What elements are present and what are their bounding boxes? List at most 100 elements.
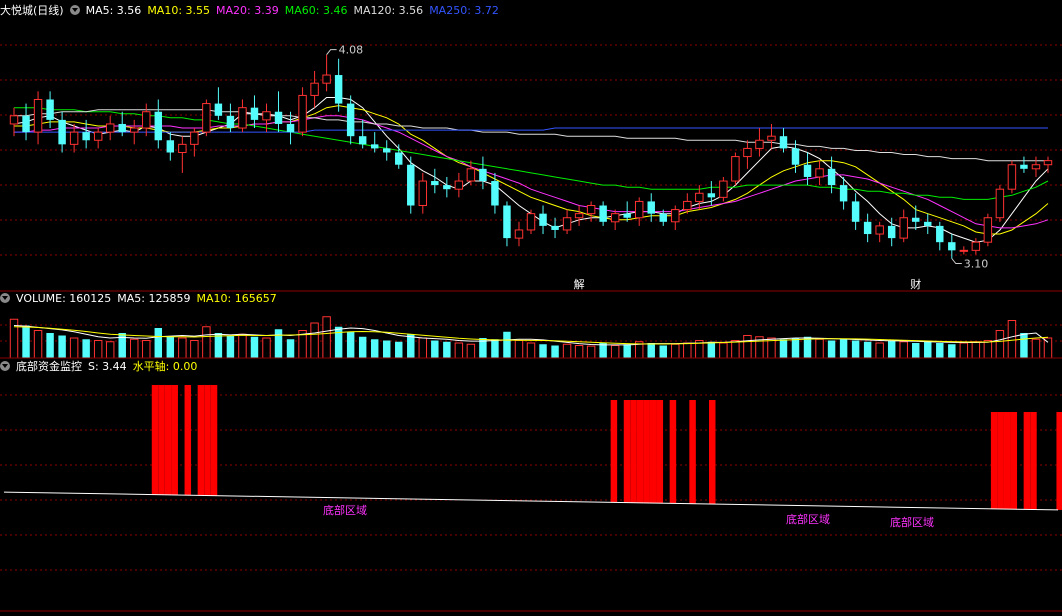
volume-bar (346, 331, 355, 358)
signal-bars (151, 385, 1062, 510)
volume-bar (82, 339, 90, 358)
candle (33, 91, 43, 145)
candle (334, 58, 343, 112)
volume-bar (551, 345, 559, 358)
candle (202, 99, 211, 137)
ma20-label: MA20: 3.39 (216, 4, 279, 17)
candle-body (562, 217, 572, 231)
candle-body (395, 152, 403, 165)
candle-body (887, 225, 896, 239)
volume-bar (322, 316, 331, 359)
candle (851, 193, 860, 230)
candle (322, 54, 331, 92)
collapse-toggle-icon[interactable] (69, 5, 80, 15)
candle-body (863, 221, 872, 235)
volume-bar (190, 340, 199, 359)
volume-bar (539, 344, 547, 358)
volume-bar (382, 340, 391, 358)
candle (586, 201, 596, 222)
event-label-unlock: 解 (574, 277, 585, 291)
ma60-line (14, 107, 1049, 200)
collapse-toggle-icon[interactable] (0, 293, 10, 303)
volume-bar (827, 340, 836, 358)
volume-bar (1020, 333, 1028, 358)
collapse-toggle-icon[interactable] (0, 361, 10, 371)
candle-body (971, 241, 981, 251)
ma5-label: MA5: 3.56 (85, 4, 142, 17)
candle (683, 193, 692, 214)
candle-body (983, 217, 993, 243)
candle (274, 91, 283, 133)
candle-body (466, 168, 476, 182)
signal-bar (997, 412, 1004, 509)
candle (491, 172, 499, 214)
candle (466, 160, 476, 186)
candle (514, 221, 524, 247)
volume-bar (431, 340, 439, 358)
volume-bar (719, 342, 728, 359)
candle-body (695, 192, 704, 202)
candle (418, 172, 428, 214)
candle (779, 128, 788, 153)
volume-bar (610, 345, 620, 359)
candle-body (407, 164, 415, 206)
candle-body (310, 82, 319, 96)
monitor-title: 底部资金监控 (16, 360, 82, 373)
candle (731, 152, 740, 186)
volume-bar (491, 339, 499, 358)
candle-body (382, 148, 391, 153)
volume-bar (815, 338, 824, 359)
volume-bar (912, 343, 920, 358)
s-value-label: S: 3.44 (88, 360, 127, 373)
volume-bar (707, 341, 716, 358)
candle (815, 160, 824, 186)
volume-bar (803, 336, 812, 358)
volume-bar (370, 339, 379, 358)
stock-chart: 4.083.10解 财底部区域底部区域 底部区域 (0, 44, 1062, 612)
volume-bar (238, 333, 247, 359)
candle-body (574, 213, 584, 219)
volume-bar (983, 340, 993, 359)
candle-body (418, 180, 428, 207)
candle-body (130, 127, 139, 133)
candle (105, 115, 115, 141)
volume-bar (46, 333, 54, 358)
candle-body (755, 139, 764, 149)
candle-body (346, 103, 355, 137)
volume-bar (178, 337, 187, 359)
candle (924, 213, 932, 235)
candle (358, 119, 367, 149)
volume-bar (262, 337, 271, 359)
signal-bar (610, 400, 618, 503)
candle-body (22, 115, 30, 133)
vol-ma5-label: MA5: 125859 (117, 292, 191, 305)
candle (1031, 156, 1041, 177)
volume-bar (69, 337, 79, 359)
candle-body (154, 111, 163, 141)
high-marker (326, 49, 337, 55)
candle (526, 209, 536, 235)
candle-body (142, 111, 151, 129)
candle-body (82, 132, 90, 141)
volume-bar (948, 344, 956, 358)
candle (912, 205, 920, 230)
ma120-label: MA120: 3.56 (353, 4, 424, 17)
candle-body (803, 164, 812, 177)
signal-bar (204, 385, 211, 496)
volume-bar (9, 318, 19, 359)
volume-bar (358, 336, 367, 358)
candle-body (178, 143, 187, 154)
candle-body (93, 131, 103, 141)
candle (647, 193, 655, 222)
candle (93, 128, 103, 149)
candle (959, 246, 969, 255)
candle (971, 238, 981, 255)
candle (190, 128, 199, 157)
candle-body (586, 205, 596, 215)
candle-body (671, 209, 680, 223)
candle-body (250, 107, 259, 120)
candle (983, 213, 993, 247)
signal-bar (630, 400, 637, 503)
s-line (3, 491, 1059, 511)
volume-bar (924, 341, 932, 358)
